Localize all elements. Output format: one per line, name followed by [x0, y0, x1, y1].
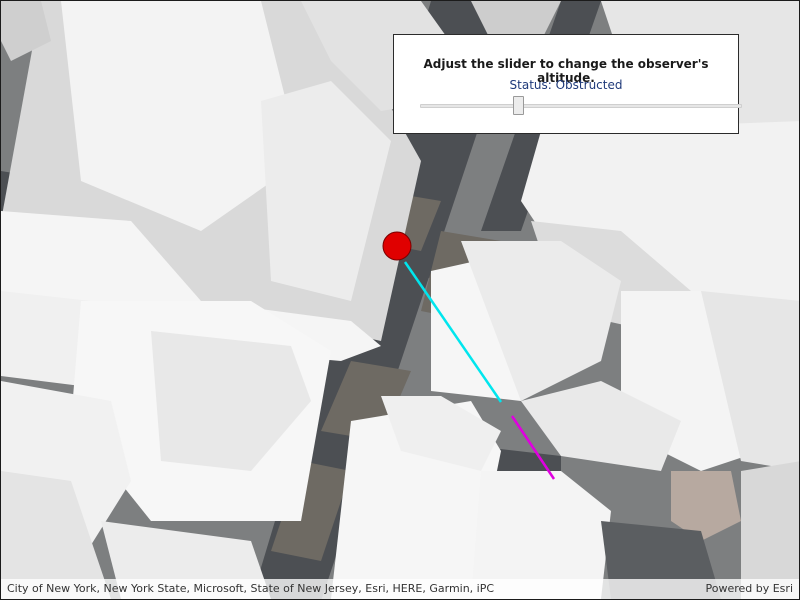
altitude-slider-track[interactable]	[420, 104, 742, 108]
altitude-slider-thumb[interactable]	[513, 96, 525, 115]
altitude-control-panel: Adjust the slider to change the observer…	[393, 34, 742, 134]
attribution-text: City of New York, New York State, Micros…	[7, 582, 495, 595]
status-label: Status: Obstructed	[509, 78, 623, 92]
attribution-bar: City of New York, New York State, Micros…	[1, 579, 799, 599]
app-window: Adjust the slider to change the observer…	[0, 0, 800, 600]
powered-by-esri[interactable]: Powered by Esri	[705, 582, 793, 595]
observer-marker[interactable]	[382, 231, 412, 261]
